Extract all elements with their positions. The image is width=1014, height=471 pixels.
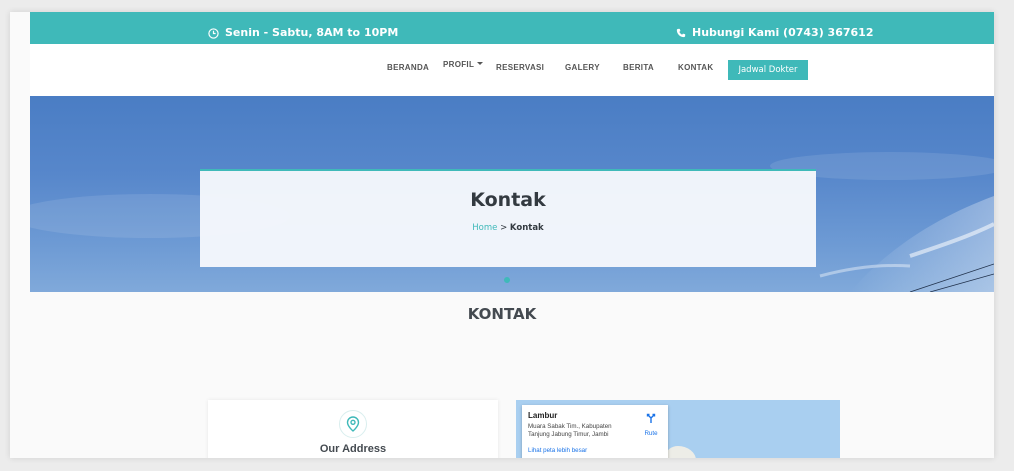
address-title: Our Address bbox=[319, 443, 387, 455]
breadcrumb-current: Kontak bbox=[509, 223, 544, 233]
hero-title-box: Kontak Home > Kontak bbox=[200, 169, 816, 267]
map-place-address: Muara Sabak Tim., Kabupaten Tanjung Jabu… bbox=[528, 423, 612, 438]
page-title: Kontak bbox=[470, 189, 546, 211]
main-navbar: BERANDA PROFIL RESERVASI GALERY BERITA K… bbox=[30, 44, 994, 96]
map-larger-link[interactable]: Lihat peta lebih besar bbox=[528, 447, 587, 454]
page-frame: Senin - Sabtu, 8AM to 10PM Hubungi Kami … bbox=[10, 12, 994, 458]
nav-item-galery[interactable]: GALERY bbox=[565, 63, 600, 72]
caret-down-icon bbox=[477, 62, 484, 65]
map-place-name: Lambur bbox=[528, 411, 558, 420]
embedded-map[interactable]: Lambur Muara Sabak Tim., Kabupaten Tanju… bbox=[516, 400, 840, 458]
nav-item-profil-label: PROFIL bbox=[443, 60, 475, 69]
contact-phone[interactable]: Hubungi Kami (0743) 367612 bbox=[676, 26, 873, 40]
breadcrumb-separator: > bbox=[497, 223, 510, 233]
top-info-bar: Senin - Sabtu, 8AM to 10PM Hubungi Kami … bbox=[30, 12, 994, 44]
nav-item-beranda[interactable]: BERANDA bbox=[387, 63, 429, 72]
address-card: Our Address bbox=[208, 400, 498, 458]
contact-phone-text: Hubungi Kami (0743) 367612 bbox=[692, 26, 874, 39]
map-pin-icon bbox=[339, 410, 367, 438]
map-route-button[interactable]: Rute bbox=[640, 411, 662, 437]
clock-icon bbox=[208, 27, 219, 39]
opening-hours: Senin - Sabtu, 8AM to 10PM bbox=[208, 26, 398, 40]
map-land-shape bbox=[666, 446, 696, 458]
map-info-card: Lambur Muara Sabak Tim., Kabupaten Tanju… bbox=[522, 405, 668, 458]
nav-item-berita[interactable]: BERITA bbox=[623, 63, 654, 72]
nav-item-profil[interactable]: PROFIL bbox=[443, 60, 484, 69]
jadwal-dokter-button[interactable]: Jadwal Dokter bbox=[728, 60, 808, 80]
map-route-label: Rute bbox=[644, 430, 658, 437]
slider-dot[interactable] bbox=[504, 277, 510, 283]
phone-icon bbox=[676, 28, 686, 38]
hero-banner: Kontak Home > Kontak bbox=[30, 96, 994, 292]
opening-hours-text: Senin - Sabtu, 8AM to 10PM bbox=[225, 26, 399, 39]
nav-item-reservasi[interactable]: RESERVASI bbox=[496, 63, 544, 72]
nav-item-kontak[interactable]: KONTAK bbox=[678, 63, 713, 72]
directions-icon bbox=[645, 411, 657, 428]
section-title: KONTAK bbox=[467, 305, 537, 323]
breadcrumb: Home > Kontak bbox=[200, 223, 816, 233]
breadcrumb-home-link[interactable]: Home bbox=[472, 223, 497, 233]
